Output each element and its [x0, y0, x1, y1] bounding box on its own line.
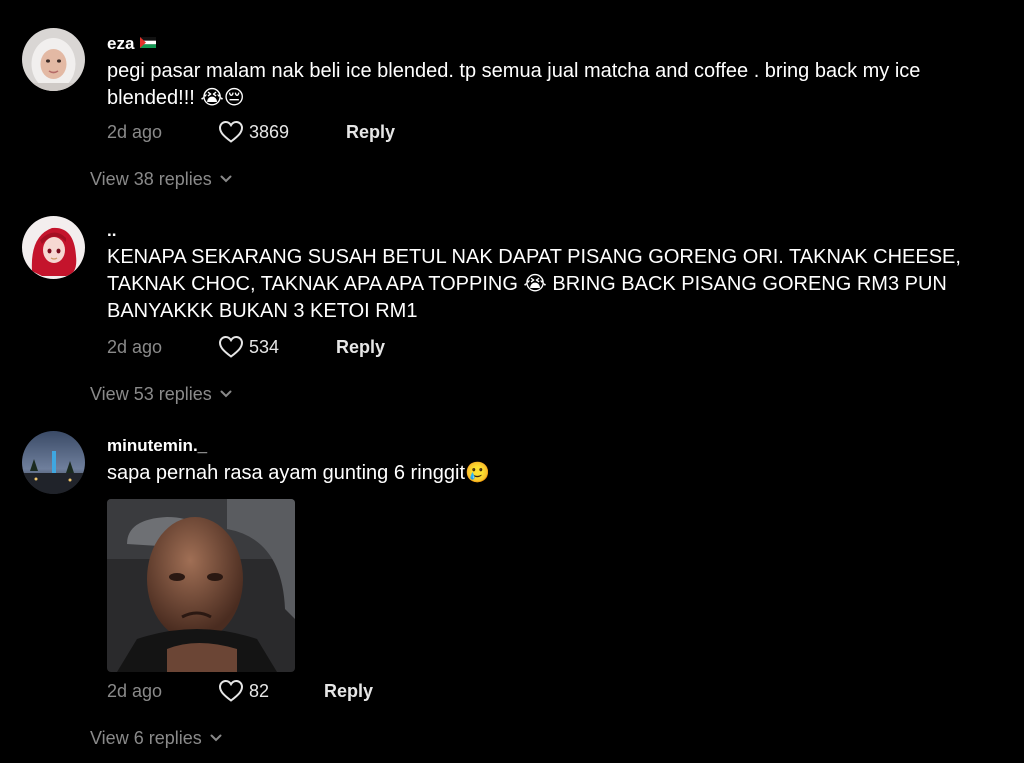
avatar[interactable]: [22, 28, 85, 91]
reply-button[interactable]: Reply: [324, 681, 373, 702]
comment-timestamp: 2d ago: [107, 681, 163, 701]
reply-button[interactable]: Reply: [346, 122, 395, 143]
view-replies-button[interactable]: View 6 replies: [90, 726, 222, 749]
chevron-down-icon: [220, 167, 232, 183]
username[interactable]: minutemin._: [107, 436, 207, 456]
comment-timestamp: 2d ago: [107, 337, 163, 357]
view-replies-button[interactable]: View 53 replies: [90, 382, 232, 405]
like-count: 3869: [249, 122, 290, 142]
comment-text: KENAPA SEKARANG SUSAH BETUL NAK DAPAT PI…: [107, 246, 961, 322]
comment-text: pegi pasar malam nak beli ice blended. t…: [107, 60, 921, 109]
comment-timestamp: 2d ago: [107, 122, 163, 142]
comment-text: sapa pernah rasa ayam gunting 6 ringgit🥲: [107, 462, 490, 484]
username[interactable]: eza: [107, 33, 157, 54]
chevron-down-icon: [210, 726, 222, 742]
like-count: 534: [249, 337, 280, 357]
reply-button[interactable]: Reply: [336, 337, 385, 358]
avatar[interactable]: [22, 216, 85, 279]
like-count: 82: [249, 681, 270, 701]
attached-image[interactable]: [107, 499, 295, 672]
palestine-flag-icon: [140, 33, 157, 48]
view-replies-button[interactable]: View 38 replies: [90, 167, 232, 190]
heart-icon[interactable]: [218, 335, 244, 359]
heart-icon[interactable]: [218, 120, 244, 144]
username[interactable]: ..: [107, 221, 116, 241]
avatar[interactable]: [22, 431, 85, 494]
chevron-down-icon: [220, 382, 232, 398]
heart-icon[interactable]: [218, 679, 244, 703]
